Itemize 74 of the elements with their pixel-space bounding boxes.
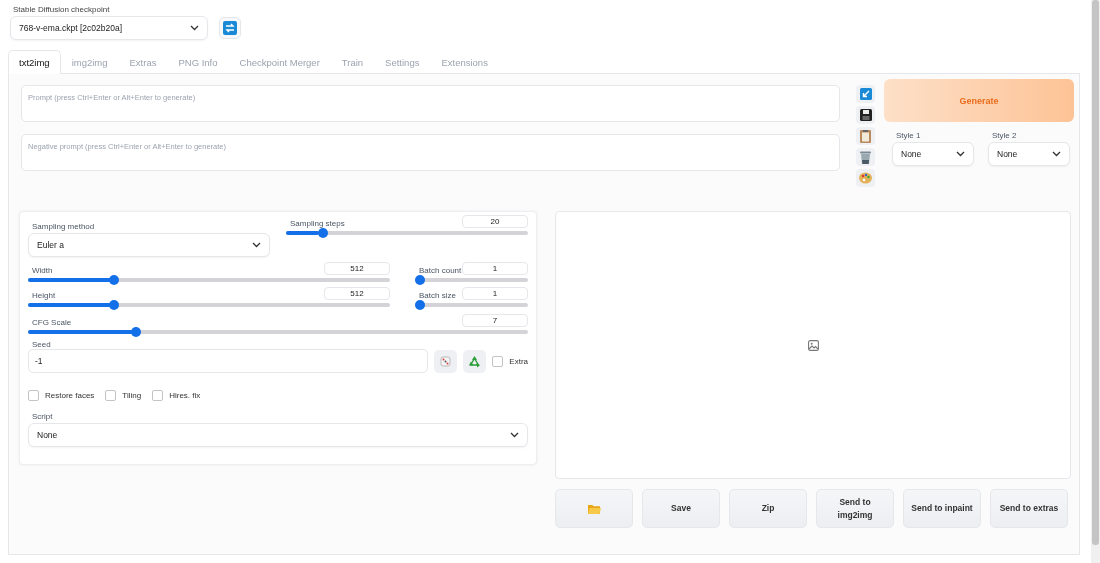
slider-track[interactable] — [415, 278, 528, 282]
slider-thumb[interactable] — [108, 300, 119, 310]
slider-track[interactable] — [415, 303, 528, 307]
number-field[interactable]: 512 — [324, 287, 390, 300]
checkbox-arrow-icon — [859, 88, 872, 100]
slider-thumb[interactable] — [415, 300, 425, 310]
paste-button[interactable] — [856, 127, 875, 145]
number-field[interactable]: 20 — [462, 215, 528, 228]
slider-track[interactable] — [286, 231, 528, 235]
slider-thumb[interactable] — [317, 228, 328, 238]
checkbox-label: Tiling — [122, 391, 142, 400]
chevron-down-icon — [956, 151, 965, 157]
slider-label: Height — [32, 291, 56, 300]
folder-icon — [587, 503, 601, 514]
image-icon — [807, 339, 819, 351]
dropdown-label: Style 1 — [895, 131, 921, 142]
sampling-method-dropdown[interactable]: Euler a — [28, 233, 270, 257]
slider-track[interactable] — [28, 278, 390, 282]
reuse-seed-button[interactable] — [463, 349, 487, 373]
slider-thumb[interactable] — [130, 327, 141, 337]
slider-label: Sampling steps — [290, 219, 345, 228]
number-field[interactable]: 1 — [462, 262, 528, 275]
slider-label: Width — [32, 266, 53, 275]
clear-button[interactable] — [856, 148, 875, 166]
save-style-button[interactable] — [856, 106, 875, 124]
dropdown-label: Sampling method — [31, 222, 95, 233]
checkpoint-label: Stable Diffusion checkpoint — [12, 5, 111, 14]
number-field[interactable]: 1 — [462, 287, 528, 300]
chevron-down-icon — [190, 25, 199, 31]
checkbox-label: Extra — [509, 356, 528, 366]
action-button[interactable]: Zip — [729, 489, 807, 528]
clipboard-icon — [860, 129, 871, 143]
slider-thumb[interactable] — [415, 275, 425, 285]
chevron-down-icon — [510, 432, 519, 438]
recycle-icon — [468, 354, 482, 368]
seed-label: Seed — [31, 340, 52, 349]
chevron-down-icon — [252, 242, 261, 248]
checkbox[interactable] — [105, 390, 117, 401]
checkbox[interactable] — [28, 390, 39, 401]
action-button[interactable]: Send to extras — [990, 489, 1068, 528]
tab[interactable]: txt2img — [8, 50, 61, 74]
refresh-icon — [223, 21, 237, 35]
action-button[interactable]: Send to img2img — [816, 489, 894, 528]
seed-field[interactable]: -1 — [28, 349, 429, 373]
checkpoint-dropdown[interactable]: 768-v-ema.ckpt [2c02b20a] — [10, 16, 208, 40]
action-button[interactable]: Send to inpaint — [903, 489, 981, 528]
slider-track[interactable] — [28, 330, 528, 334]
chevron-down-icon — [1052, 151, 1061, 157]
extra-networks-button[interactable] — [856, 169, 875, 187]
checkbox-label: Restore faces — [45, 391, 95, 400]
refresh-button[interactable] — [219, 17, 241, 39]
number-field[interactable]: 512 — [324, 262, 390, 275]
apply-button[interactable] — [856, 85, 875, 103]
dropdown-label: Script — [31, 412, 53, 423]
checkbox[interactable] — [152, 390, 164, 401]
checkbox-label: Hires. fix — [169, 391, 201, 400]
checkbox[interactable] — [492, 355, 504, 367]
slider-thumb[interactable] — [108, 275, 119, 285]
palette-icon — [859, 172, 872, 184]
trash-can-icon — [860, 150, 871, 164]
style-dropdown[interactable]: None — [892, 142, 974, 166]
action-button[interactable]: Save — [642, 489, 720, 528]
slider-label: Batch size — [419, 291, 456, 300]
scrollbar-thumb[interactable] — [1092, 0, 1099, 545]
random-seed-button[interactable] — [434, 349, 458, 373]
dice-icon — [440, 355, 452, 367]
style-dropdown[interactable]: None — [988, 142, 1070, 166]
number-field[interactable]: 7 — [462, 314, 528, 327]
slider-label: CFG Scale — [32, 318, 72, 327]
slider-label: Batch count — [419, 266, 462, 275]
scrollbar[interactable] — [1091, 0, 1100, 563]
slider-track[interactable] — [28, 303, 390, 307]
dropdown-label: Style 2 — [991, 131, 1017, 142]
script-dropdown[interactable]: None — [28, 423, 528, 447]
